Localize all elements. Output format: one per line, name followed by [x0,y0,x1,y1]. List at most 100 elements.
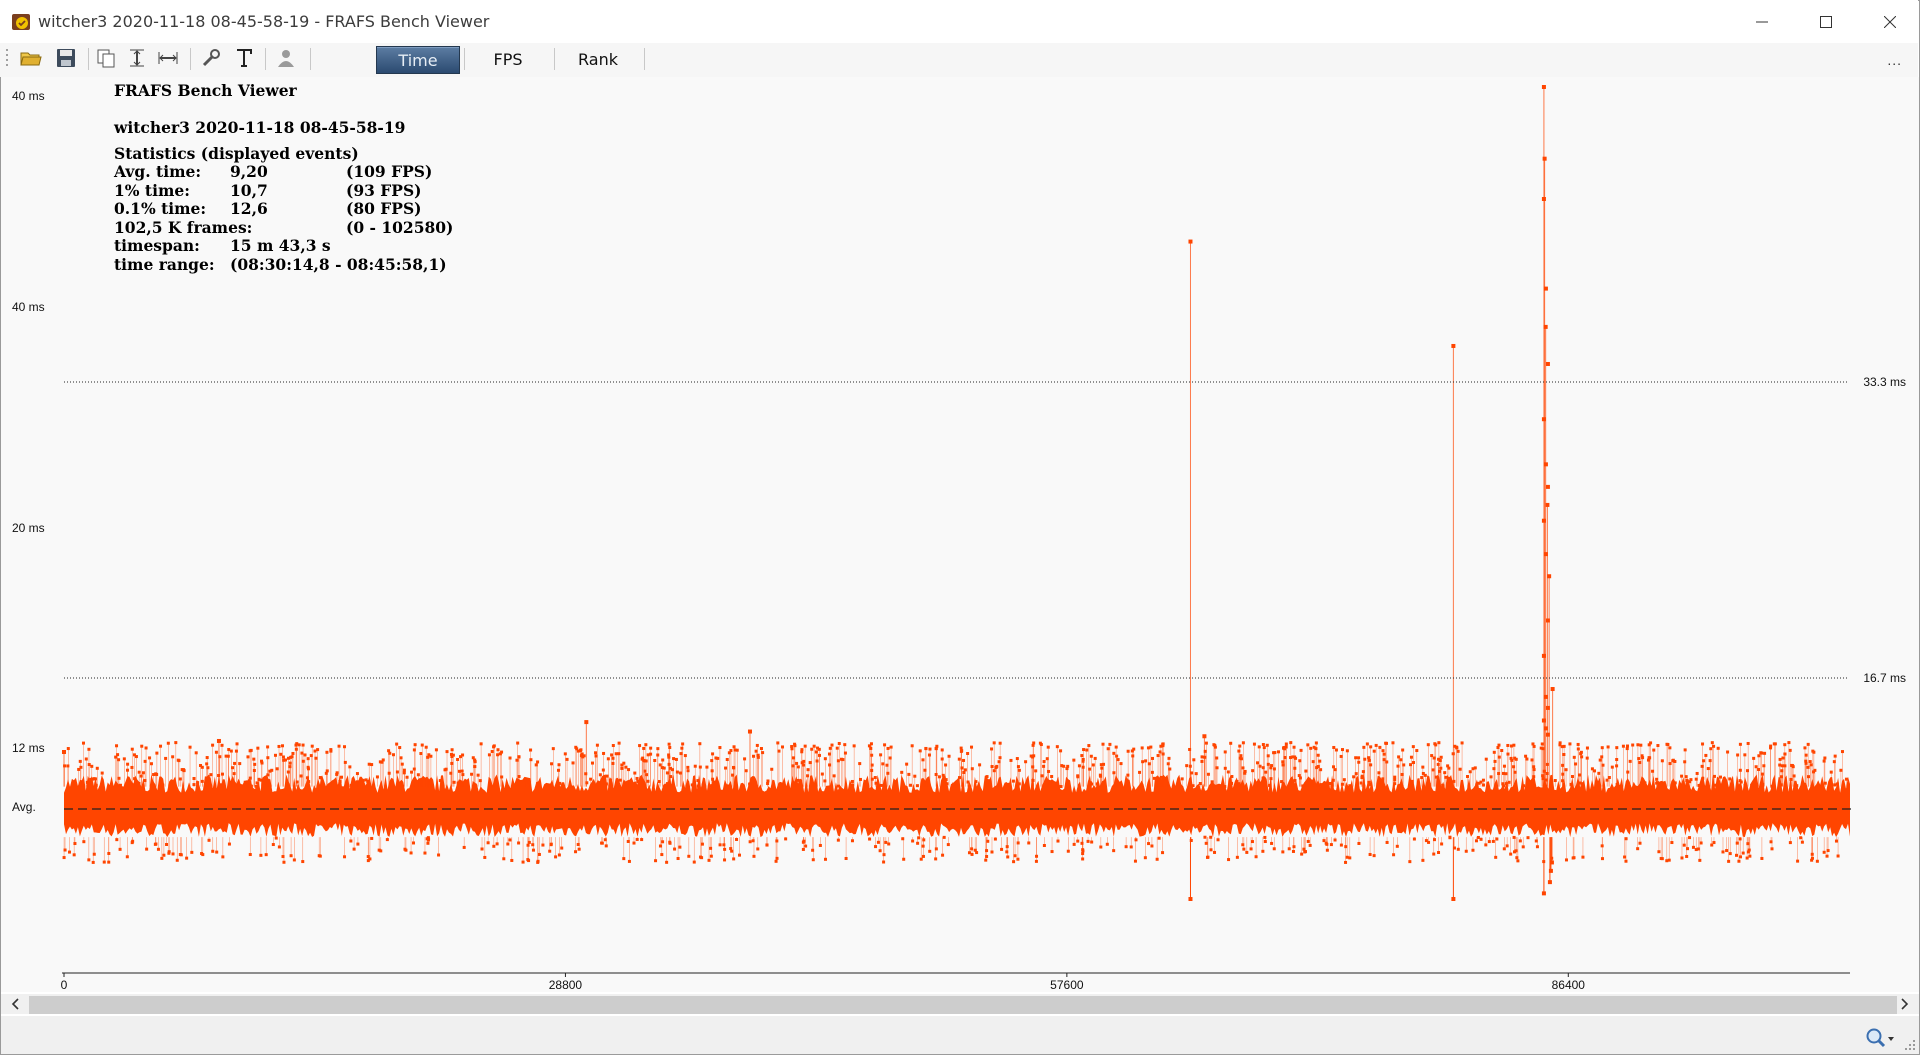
tab-rank[interactable]: Rank [560,46,636,72]
reference-line-label: 33.3 ms [1863,375,1906,389]
frametime-point [790,745,794,749]
frametime-point [883,743,887,747]
frametime-point [557,763,561,767]
frametime-point [1251,769,1255,773]
open-button[interactable] [19,46,43,70]
frametime-point [858,762,862,766]
fit-horizontal-button[interactable] [156,46,180,70]
frametime-point [748,840,752,844]
user-button[interactable] [274,46,298,70]
frametime-point [1773,742,1777,746]
frametime-point [1735,853,1739,857]
frametime-point [1382,758,1386,762]
frametime-point [274,836,278,840]
settings-button[interactable] [199,46,223,70]
frametime-point [844,856,848,860]
scroll-left-button[interactable] [3,994,27,1014]
minimize-button[interactable] [1730,0,1794,43]
frametime-point [571,761,575,765]
fit-vertical-button[interactable] [125,46,149,70]
frametime-point [1746,741,1750,745]
toolbar-grip [6,49,8,66]
frametime-point [1333,768,1337,772]
frametime-point [662,766,666,770]
frametime-point [1438,759,1442,763]
close-button[interactable] [1858,0,1920,43]
frametime-point [1303,850,1307,854]
toolbar-overflow-button[interactable]: ... [1887,52,1902,68]
frametime-point [710,769,714,773]
scrollbar-thumb[interactable] [29,996,1897,1014]
tab-time[interactable]: Time [376,46,460,74]
frametime-spike-point [1545,732,1550,737]
frametime-point [1381,777,1385,781]
frametime-point [317,854,321,858]
frametime-point [438,779,442,783]
frametime-point [815,759,819,763]
frametime-point [1688,836,1692,840]
frametime-point [693,764,697,768]
frametime-point [117,758,121,762]
frametime-point [1131,754,1135,758]
frametime-point [134,755,138,759]
frametime-point [461,753,465,757]
frametime-point [1709,747,1713,751]
frametime-point [1411,745,1415,749]
frametime-point [1497,743,1501,747]
frametime-point [640,757,644,761]
frametime-point [962,771,966,775]
frametime-point [209,773,213,777]
frametime-point [752,854,756,858]
frametime-point [1553,779,1557,783]
frametime-point [1277,750,1281,754]
frametime-spike-point [1543,286,1548,291]
frametime-point [1659,856,1663,860]
frametime-point [649,752,653,756]
frametime-point [1683,760,1687,764]
frametime-point [993,837,997,841]
frametime-point [199,764,203,768]
frametime-point [456,781,460,785]
frametime-point [115,838,119,842]
maximize-button[interactable] [1794,0,1858,43]
frametime-point [1427,782,1431,786]
resize-grip-icon[interactable] [1902,1037,1916,1051]
frametime-point [355,772,359,776]
frametime-point [802,759,806,763]
frametime-point [1667,858,1671,862]
save-button[interactable] [54,46,78,70]
frametime-point [344,781,348,785]
frametime-point [424,745,428,749]
frametime-point [751,839,755,843]
frametime-point [1239,754,1243,758]
tab-fps[interactable]: FPS [470,46,546,72]
text-button[interactable] [232,46,256,70]
frametime-point [1748,854,1752,858]
minimize-icon [1756,21,1768,22]
toolbar-separator [88,48,89,70]
zoom-icon[interactable] [1864,1027,1896,1049]
frametime-point [248,749,252,753]
frametime-point [1783,743,1787,747]
frametime-point [275,767,279,771]
frametime-point [1076,774,1080,778]
frametime-point [1585,756,1589,760]
frametime-point [288,761,292,765]
frametime-spike-point [1550,687,1555,692]
frametime-point [678,845,682,849]
frametime-point [1509,852,1513,856]
frametime-point [1093,756,1097,760]
frametime-point [658,844,662,848]
frametime-point [975,851,979,855]
copy-button[interactable] [94,46,118,70]
frametime-point [731,773,735,777]
frametime-point [837,741,841,745]
frametime-point [259,853,263,857]
frametime-point [152,773,156,777]
scroll-right-button[interactable] [1893,994,1917,1014]
frametime-point [1066,849,1070,853]
frametime-point [962,758,966,762]
frametime-point [1099,763,1103,767]
frametime-point [1200,755,1204,759]
frametime-point [1297,774,1301,778]
